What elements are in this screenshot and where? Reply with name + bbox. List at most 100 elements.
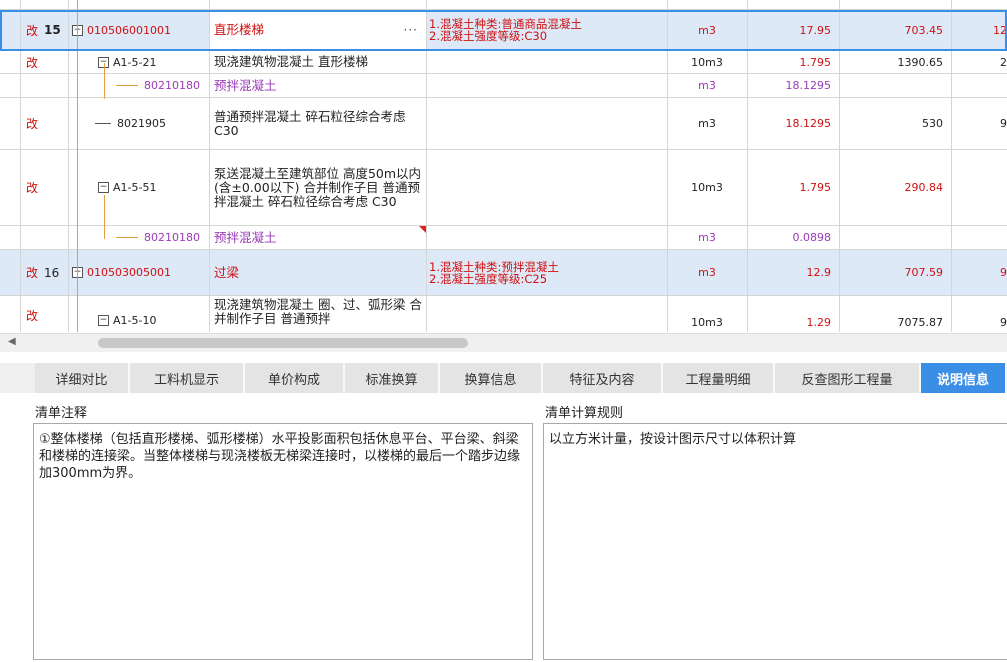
collapse-icon[interactable]: − bbox=[98, 315, 109, 326]
table-row-bill-16[interactable]: 改 16 −010503005001 过梁 1.混凝土种类:预拌混凝土 2.混凝土… bbox=[0, 250, 1007, 296]
scroll-thumb[interactable] bbox=[98, 338, 468, 348]
code-cell[interactable]: −010506001001 bbox=[68, 10, 209, 50]
calc-rules-title: 清单计算规则 bbox=[545, 406, 624, 421]
tab-conversion-info[interactable]: 换算信息 bbox=[440, 363, 543, 393]
features-cell[interactable]: 1.混凝土种类:普通商品混凝土 2.混凝土强度等级:C30 bbox=[426, 10, 667, 50]
name-cell[interactable]: 现浇建筑物混凝土 直形楼梯 bbox=[209, 51, 426, 73]
tree-connector bbox=[116, 85, 138, 86]
unit-cell[interactable]: m3 bbox=[667, 250, 747, 295]
name-cell[interactable]: 直形楼梯 ··· bbox=[209, 10, 426, 50]
modified-mark: 改 bbox=[26, 309, 39, 323]
price-cell[interactable]: 7075.87 bbox=[839, 296, 951, 332]
quantity-cell[interactable]: 17.95 bbox=[747, 10, 839, 50]
tab-description[interactable]: 说明信息 bbox=[921, 363, 1007, 393]
material-code: 80210180 bbox=[144, 231, 200, 244]
price-cell[interactable]: 707.59 bbox=[839, 250, 951, 295]
table-row[interactable]: 改 8021905 普通预拌混凝土 碎石粒径综合考虑 C30 m3 18.129… bbox=[0, 98, 1007, 150]
features-cell[interactable]: 1.混凝土种类:预拌混凝土 2.混凝土强度等级:C25 bbox=[426, 250, 667, 295]
price-cell[interactable]: 1390.65 bbox=[839, 51, 951, 73]
item-code: A1-5-10 bbox=[113, 314, 157, 327]
quantity-cell[interactable]: 1.29 bbox=[747, 296, 839, 332]
tab-unit-price[interactable]: 单价构成 bbox=[245, 363, 345, 393]
name-cell[interactable]: 预拌混凝土 bbox=[209, 226, 426, 249]
name-cell[interactable]: 现浇建筑物混凝土 圈、过、弧形梁 合并制作子目 普通预拌 bbox=[209, 296, 426, 332]
code-cell[interactable]: 80210180 bbox=[68, 74, 209, 97]
unit-cell[interactable]: 10m3 bbox=[667, 51, 747, 73]
horizontal-scrollbar[interactable]: ◀ bbox=[0, 333, 1007, 352]
item-code: A1-5-51 bbox=[113, 181, 157, 194]
table-row[interactable]: 改 − A1-5-10 现浇建筑物混凝土 圈、过、弧形梁 合并制作子目 普通预拌 … bbox=[0, 296, 1007, 332]
total-cell[interactable]: 9 bbox=[951, 250, 1007, 295]
quantity-cell[interactable]: 18.1295 bbox=[747, 74, 839, 97]
total-cell[interactable]: 9 bbox=[951, 98, 1007, 149]
tree-line bbox=[77, 0, 78, 332]
total-cell[interactable]: 2 bbox=[951, 51, 1007, 73]
column-divider bbox=[839, 0, 840, 332]
table-row[interactable] bbox=[0, 0, 1007, 10]
unit-cell[interactable]: 10m3 bbox=[667, 150, 747, 225]
tree-connector bbox=[95, 123, 111, 124]
item-code: A1-5-21 bbox=[113, 55, 157, 69]
budget-grid: 改15 −010506001001 直形楼梯··· 1.混凝土种类:普通商品混凝… bbox=[0, 0, 1007, 332]
name-cell[interactable]: 泵送混凝土至建筑部位 高度50m以内(含±0.00以下) 合并制作子目 普通预拌… bbox=[209, 150, 426, 225]
code-cell[interactable]: − A1-5-51 bbox=[68, 150, 209, 225]
price-cell[interactable]: 703.45 bbox=[839, 10, 951, 50]
code-cell[interactable]: −010503005001 bbox=[68, 250, 209, 295]
table-row[interactable]: 改 − A1-5-51 泵送混凝土至建筑部位 高度50m以内(含±0.00以下) … bbox=[0, 150, 1007, 226]
tab-standard-conversion[interactable]: 标准换算 bbox=[345, 363, 440, 393]
modified-flag: 改 16 bbox=[20, 250, 68, 295]
row-number: 16 bbox=[44, 265, 60, 280]
modified-mark: 改 bbox=[26, 55, 39, 70]
name-cell[interactable]: 普通预拌混凝土 碎石粒径综合考虑 C30 bbox=[209, 98, 426, 149]
more-options-icon[interactable]: ··· bbox=[404, 23, 418, 37]
bill-code: 010506001001 bbox=[87, 23, 171, 37]
price-cell[interactable]: 290.84 bbox=[839, 150, 951, 225]
comment-marker-icon bbox=[418, 226, 426, 234]
tab-quantity-detail[interactable]: 工程量明细 bbox=[663, 363, 775, 393]
modified-mark: 改 bbox=[26, 23, 39, 38]
unit-cell[interactable]: m3 bbox=[667, 98, 747, 149]
tab-reverse-lookup[interactable]: 反查图形工程量 bbox=[775, 363, 921, 393]
tab-labor-material[interactable]: 工料机显示 bbox=[130, 363, 245, 393]
code-cell[interactable]: − A1-5-10 bbox=[68, 296, 209, 332]
quantity-cell[interactable]: 0.0898 bbox=[747, 226, 839, 249]
scroll-left-icon[interactable]: ◀ bbox=[8, 336, 16, 347]
unit-cell[interactable]: m3 bbox=[667, 74, 747, 97]
quantity-cell[interactable]: 1.795 bbox=[747, 150, 839, 225]
modified-mark: 改 bbox=[26, 117, 39, 131]
quantity-cell[interactable]: 12.9 bbox=[747, 250, 839, 295]
tree-connector bbox=[116, 237, 138, 238]
modified-flag: 改 15 bbox=[20, 10, 68, 50]
table-row[interactable]: 80210180 预拌混凝土 m3 18.1295 bbox=[0, 74, 1007, 98]
total-cell[interactable]: 12 bbox=[951, 10, 1007, 50]
name-cell[interactable]: 预拌混凝土 bbox=[209, 74, 426, 97]
collapse-icon[interactable]: − bbox=[98, 182, 109, 193]
code-cell[interactable]: 80210180 bbox=[68, 226, 209, 249]
unit-cell[interactable]: m3 bbox=[667, 10, 747, 50]
material-code: 80210180 bbox=[144, 79, 200, 92]
table-row[interactable]: 改 − A1-5-21 现浇建筑物混凝土 直形楼梯 10m3 1.795 1390… bbox=[0, 51, 1007, 74]
tab-features[interactable]: 特征及内容 bbox=[543, 363, 663, 393]
code-cell[interactable]: 8021905 bbox=[68, 98, 209, 149]
quantity-cell[interactable]: 1.795 bbox=[747, 51, 839, 73]
detail-tabs: 详细对比 工料机显示 单价构成 标准换算 换算信息 特征及内容 工程量明细 反查… bbox=[0, 363, 1007, 393]
tab-detail-compare[interactable]: 详细对比 bbox=[35, 363, 130, 393]
total-cell[interactable]: 9 bbox=[951, 296, 1007, 332]
tree-line bbox=[104, 63, 105, 99]
column-divider bbox=[951, 0, 952, 332]
name-cell[interactable]: 过梁 bbox=[209, 250, 426, 295]
quantity-cell[interactable]: 18.1295 bbox=[747, 98, 839, 149]
column-divider bbox=[747, 0, 748, 332]
price-cell[interactable]: 530 bbox=[839, 98, 951, 149]
calc-rules-textarea[interactable]: 以立方米计量，按设计图示尺寸以体积计算 bbox=[543, 423, 1007, 660]
material-name: 预拌混凝土 bbox=[214, 229, 277, 245]
table-row-bill-15[interactable]: 改 15 −010506001001 直形楼梯 ··· 1.混凝土种类:普通商品混凝… bbox=[0, 10, 1007, 51]
unit-cell[interactable]: 10m3 bbox=[667, 296, 747, 332]
bill-notes-textarea[interactable]: ①整体楼梯（包括直形楼梯、弧形楼梯）水平投影面积包括休息平台、平台梁、斜梁和楼梯… bbox=[33, 423, 533, 660]
table-row[interactable]: 80210180 预拌混凝土 m3 0.0898 bbox=[0, 226, 1007, 250]
column-divider bbox=[68, 0, 69, 332]
feature-line: 1.混凝土种类:预拌混凝土 bbox=[429, 259, 559, 274]
code-cell[interactable]: − A1-5-21 bbox=[68, 51, 209, 73]
unit-cell[interactable]: m3 bbox=[667, 226, 747, 249]
modified-mark: 改 bbox=[26, 266, 39, 280]
